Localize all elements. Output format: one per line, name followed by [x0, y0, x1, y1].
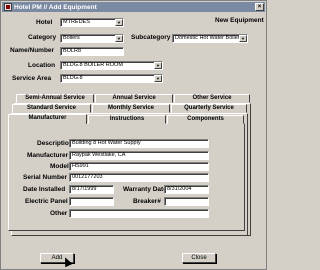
location-label: Location [28, 62, 56, 69]
category-value: Boilers [63, 35, 80, 41]
tab-manufacturer[interactable]: Manufacturer [8, 114, 87, 124]
name-number-label: Name/Number [10, 47, 55, 54]
date-installed-label: Date Installed [23, 186, 66, 193]
tab-monthly-service[interactable]: Monthly Service [92, 104, 170, 113]
hotel-select[interactable]: MTREDES ▼ [60, 18, 124, 27]
tab-semi-annual-service[interactable]: Semi-Annual Service [16, 94, 94, 103]
service-area-value: BLDG.8 [63, 75, 83, 81]
manufacturer-label: Manufacturer [27, 152, 69, 159]
tab-quarterly-service[interactable]: Quarterly Service [171, 104, 247, 113]
close-window-button[interactable]: × [255, 3, 264, 11]
tab-annual-service[interactable]: Annual Service [95, 94, 173, 103]
subcategory-select[interactable]: Domestic Hot Water Boiler ▼ [172, 34, 248, 43]
chevron-down-icon[interactable]: ▼ [115, 35, 123, 42]
hotel-value: MTREDES [63, 19, 90, 25]
subcategory-label: Subcategory [131, 34, 171, 41]
model-label: Model [50, 163, 69, 170]
warranty-date-label: Warranty Date [123, 186, 167, 193]
subcategory-value: Domestic Hot Water Boiler [175, 35, 240, 41]
hotel-label: Hotel [36, 19, 53, 26]
description-field[interactable]: Building 8 Hot Water Supply [69, 139, 209, 148]
category-label: Category [28, 34, 57, 41]
breaker-field[interactable] [164, 197, 209, 206]
electric-panel-label: Electric Panel [25, 198, 68, 205]
name-number-field[interactable]: BOLR8 [60, 47, 124, 56]
title-bar[interactable]: Hotel PM // Add Equipment × [2, 2, 265, 12]
serial-number-field[interactable]: 0012177203 [69, 173, 209, 182]
tab-instructions[interactable]: Instructions [88, 115, 166, 124]
location-select[interactable]: BLDG.8 BOILER ROOM ▼ [60, 61, 163, 70]
chevron-down-icon[interactable]: ▼ [154, 75, 162, 82]
app-icon [4, 3, 12, 11]
add-equipment-window: Hotel PM // Add Equipment × Hotel MTREDE… [0, 0, 267, 270]
model-field[interactable]: HS991 [69, 162, 209, 171]
tab-standard-service[interactable]: Standard Service [12, 104, 91, 113]
tab-components[interactable]: Components [167, 115, 244, 124]
page-heading: New Equipment [215, 17, 264, 24]
manufacturer-field[interactable]: Raypak Westlake, CA [69, 151, 209, 160]
description-label: Description [37, 140, 73, 147]
location-value: BLDG.8 BOILER ROOM [63, 62, 123, 68]
date-installed-field[interactable]: 8/17/1999 [69, 185, 114, 194]
chevron-down-icon[interactable]: ▼ [115, 19, 123, 26]
window-title: Hotel PM // Add Equipment [14, 3, 97, 11]
tab-other-service[interactable]: Other Service [174, 94, 250, 103]
other-field[interactable] [69, 209, 209, 218]
breaker-label: Breaker# [133, 198, 161, 205]
close-button[interactable]: Close [182, 253, 216, 263]
chevron-down-icon[interactable]: ▼ [239, 35, 247, 42]
serial-number-label: Serial Number [23, 174, 68, 181]
category-select[interactable]: Boilers ▼ [60, 34, 124, 43]
warranty-date-field[interactable]: 8/31/2004 [164, 185, 209, 194]
chevron-down-icon[interactable]: ▼ [154, 62, 162, 69]
service-area-label: Service Area [12, 75, 52, 82]
other-label: Other [50, 210, 68, 217]
electric-panel-field[interactable] [69, 197, 114, 206]
service-area-select[interactable]: BLDG.8 ▼ [60, 74, 163, 83]
